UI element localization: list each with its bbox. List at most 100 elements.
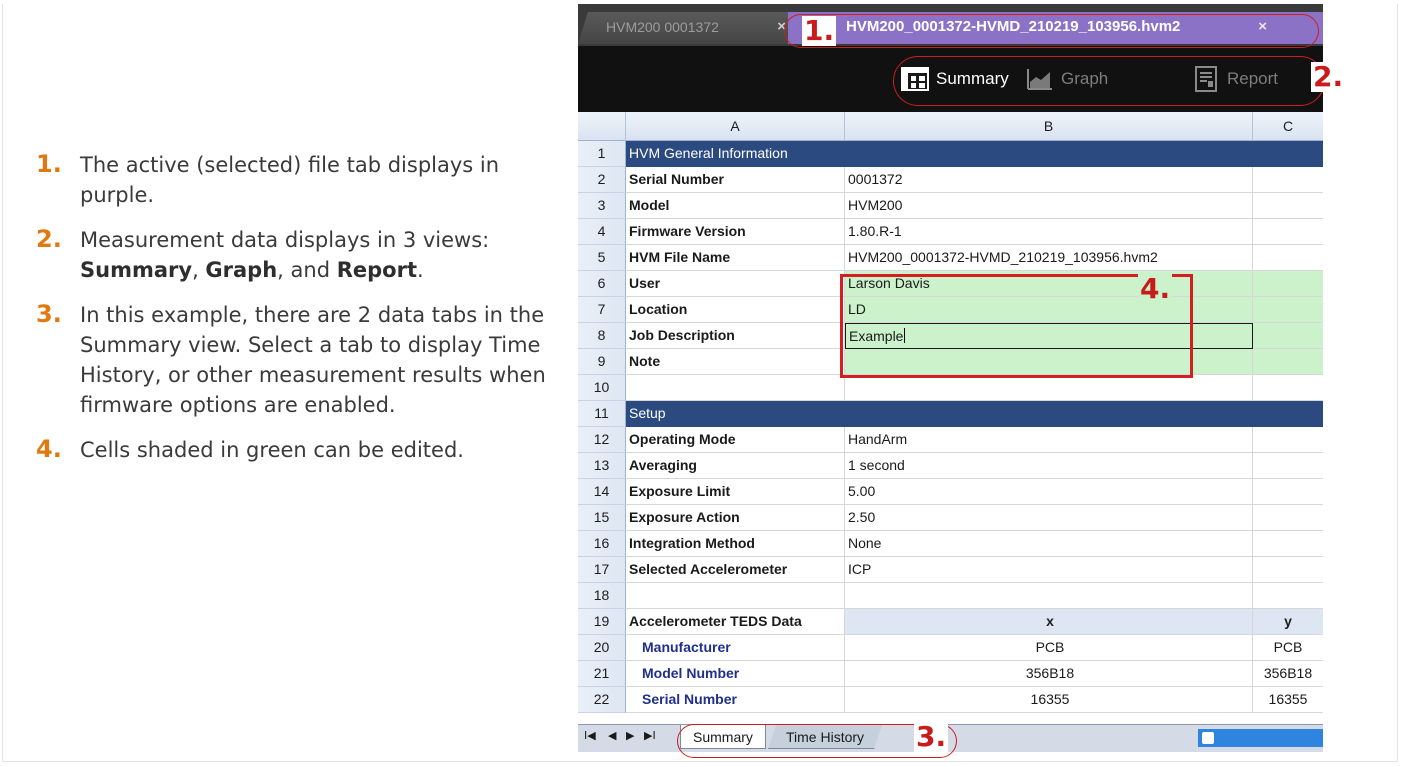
cell-label[interactable] <box>626 583 845 609</box>
row-number[interactable]: 21 <box>578 661 626 687</box>
cell-label[interactable]: Setup <box>626 401 845 427</box>
cell-extra[interactable]: 16355 <box>1253 687 1323 713</box>
sheet-tab-summary[interactable]: Summary <box>680 725 766 749</box>
close-icon[interactable]: × <box>1258 12 1267 42</box>
row-number[interactable]: 19 <box>578 609 626 635</box>
row-number[interactable]: 15 <box>578 505 626 531</box>
row-number[interactable]: 17 <box>578 557 626 583</box>
cell-value[interactable]: 2.50 <box>845 505 1253 531</box>
row-number[interactable]: 6 <box>578 271 626 297</box>
row-number[interactable]: 16 <box>578 531 626 557</box>
cell-value[interactable] <box>845 141 1253 167</box>
file-tab-active[interactable]: HVM200_0001372-HVMD_210219_103956.hvm2 × <box>788 12 1323 44</box>
cell-extra[interactable] <box>1253 453 1323 479</box>
row-number[interactable]: 11 <box>578 401 626 427</box>
cell-value[interactable]: HandArm <box>845 427 1253 453</box>
cell-value[interactable]: HVM200_0001372-HVMD_210219_103956.hvm2 <box>845 245 1253 271</box>
cell-extra[interactable] <box>1253 583 1323 609</box>
editable-cell[interactable]: Larson Davis <box>845 271 1253 297</box>
cell-label[interactable]: Location <box>626 297 845 323</box>
cell-label[interactable]: Exposure Action <box>626 505 845 531</box>
row-number[interactable]: 5 <box>578 245 626 271</box>
cell-label[interactable]: Note <box>626 349 845 375</box>
cell-extra[interactable] <box>1253 479 1323 505</box>
cell-value[interactable]: 5.00 <box>845 479 1253 505</box>
cell-extra[interactable] <box>1253 401 1323 427</box>
column-header-c[interactable]: C <box>1253 112 1323 141</box>
cell-extra[interactable] <box>1253 219 1323 245</box>
row-number[interactable]: 1 <box>578 141 626 167</box>
close-icon[interactable]: × <box>777 12 786 42</box>
cell-label[interactable]: Averaging <box>626 453 845 479</box>
row-number[interactable]: 13 <box>578 453 626 479</box>
editable-cell[interactable] <box>1253 271 1323 297</box>
row-number[interactable]: 14 <box>578 479 626 505</box>
cell-extra[interactable]: 356B18 <box>1253 661 1323 687</box>
cell-label[interactable]: Model <box>626 193 845 219</box>
cell-label[interactable]: Model Number <box>626 661 845 687</box>
editable-cell[interactable] <box>1253 349 1323 375</box>
corner-cell[interactable] <box>578 112 626 141</box>
cell-value[interactable] <box>845 375 1253 401</box>
column-header-b[interactable]: B <box>845 112 1253 141</box>
cell-value[interactable]: ICP <box>845 557 1253 583</box>
row-number[interactable]: 22 <box>578 687 626 713</box>
cell-label[interactable] <box>626 375 845 401</box>
scroll-thumb[interactable] <box>1202 732 1214 744</box>
row-number[interactable]: 10 <box>578 375 626 401</box>
cell-label[interactable]: Job Description <box>626 323 845 349</box>
cell-label[interactable]: Selected Accelerometer <box>626 557 845 583</box>
row-number[interactable]: 18 <box>578 583 626 609</box>
cell-value[interactable]: None <box>845 531 1253 557</box>
cell-label[interactable]: Serial Number <box>626 687 845 713</box>
cell-value[interactable]: 16355 <box>845 687 1253 713</box>
cell-value[interactable]: 356B18 <box>845 661 1253 687</box>
cell-value[interactable]: 0001372 <box>845 167 1253 193</box>
last-sheet-icon[interactable]: ▶I <box>644 729 656 742</box>
row-number[interactable]: 9 <box>578 349 626 375</box>
cell-label[interactable]: Serial Number <box>626 167 845 193</box>
next-sheet-icon[interactable]: ▶ <box>626 729 634 742</box>
editable-cell[interactable] <box>1253 323 1323 349</box>
summary-view-button[interactable]: Summary <box>900 63 1009 95</box>
cell-extra[interactable] <box>1253 505 1323 531</box>
cell-extra[interactable] <box>1253 531 1323 557</box>
cell-label[interactable]: Accelerometer TEDS Data <box>626 609 845 635</box>
cell-extra[interactable] <box>1253 193 1323 219</box>
cell-extra[interactable] <box>1253 141 1323 167</box>
cell-value[interactable]: 1 second <box>845 453 1253 479</box>
sheet-tab-time-history[interactable]: Time History <box>768 725 882 749</box>
cell-extra[interactable] <box>1253 245 1323 271</box>
cell-extra[interactable] <box>1253 427 1323 453</box>
editable-cell-active[interactable]: Example <box>845 323 1253 349</box>
cell-label[interactable]: Manufacturer <box>626 635 845 661</box>
cell-label[interactable]: Exposure Limit <box>626 479 845 505</box>
axis-header-x[interactable]: x <box>845 609 1253 635</box>
report-view-button[interactable]: Report <box>1191 63 1278 95</box>
row-number[interactable]: 8 <box>578 323 626 349</box>
cell-label[interactable]: HVM File Name <box>626 245 845 271</box>
row-number[interactable]: 12 <box>578 427 626 453</box>
cell-value[interactable] <box>845 583 1253 609</box>
cell-label[interactable]: User <box>626 271 845 297</box>
cell-label[interactable]: HVM General Information <box>626 141 845 167</box>
cell-value[interactable]: PCB <box>845 635 1253 661</box>
row-number[interactable]: 3 <box>578 193 626 219</box>
first-sheet-icon[interactable]: I◀ <box>584 729 596 742</box>
horizontal-scrollbar[interactable] <box>1198 729 1323 747</box>
column-header-a[interactable]: A <box>626 112 845 141</box>
editable-cell[interactable] <box>845 349 1253 375</box>
row-number[interactable]: 4 <box>578 219 626 245</box>
prev-sheet-icon[interactable]: ◀ <box>608 729 616 742</box>
cell-extra[interactable] <box>1253 557 1323 583</box>
cell-extra[interactable] <box>1253 375 1323 401</box>
editable-cell[interactable]: LD <box>845 297 1253 323</box>
row-number[interactable]: 2 <box>578 167 626 193</box>
cell-label[interactable]: Integration Method <box>626 531 845 557</box>
cell-label[interactable]: Firmware Version <box>626 219 845 245</box>
row-number[interactable]: 20 <box>578 635 626 661</box>
row-number[interactable]: 7 <box>578 297 626 323</box>
cell-extra[interactable] <box>1253 167 1323 193</box>
file-tab-inactive[interactable]: HVM200 0001372 × <box>578 12 800 44</box>
editable-cell[interactable] <box>1253 297 1323 323</box>
